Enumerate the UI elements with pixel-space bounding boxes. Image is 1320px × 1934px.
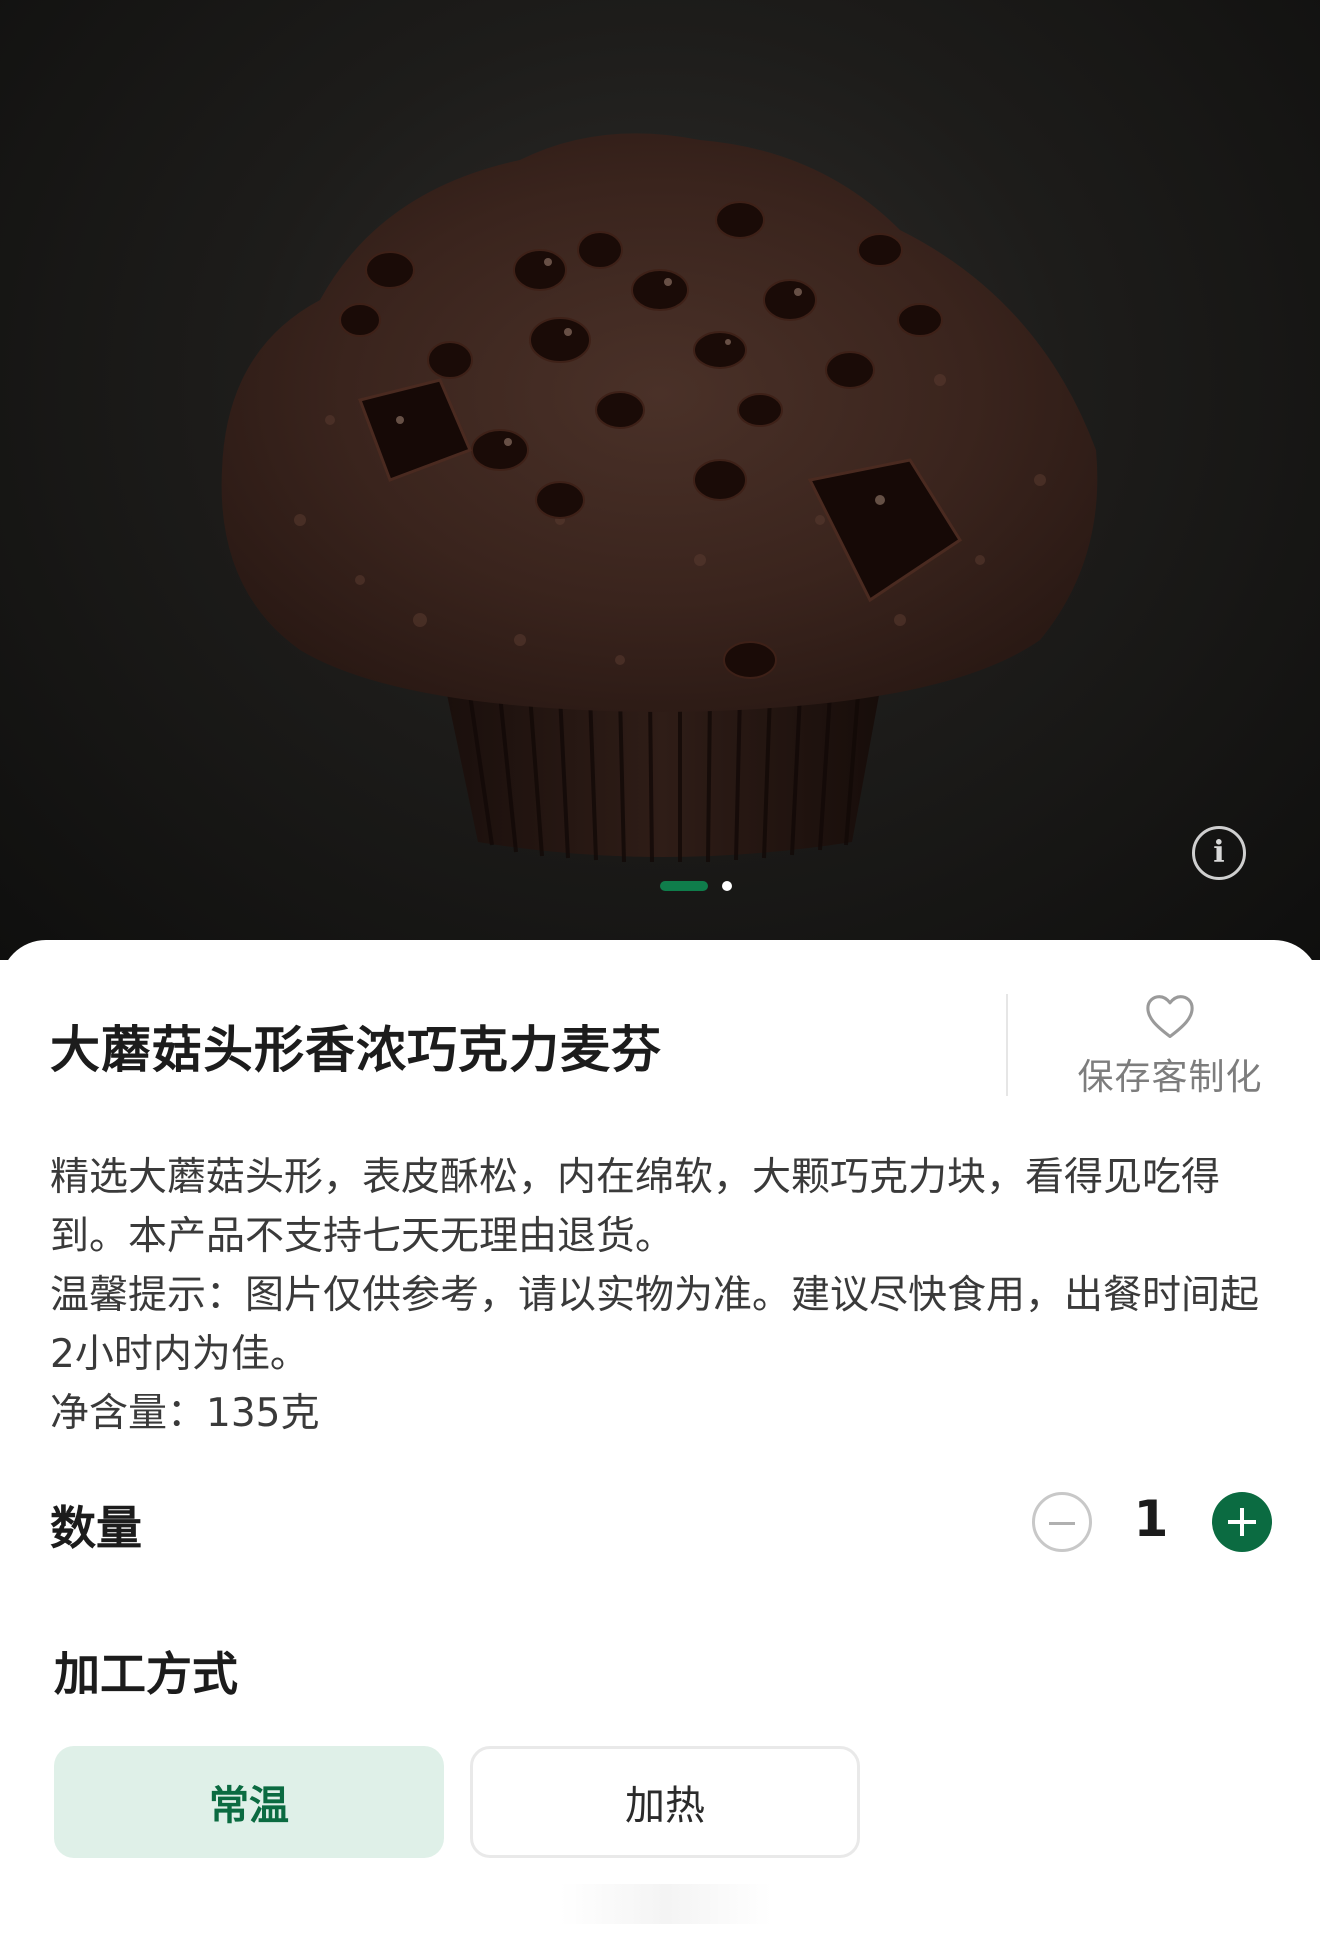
carousel-indicator [660,881,732,891]
product-image-carousel[interactable]: i [0,0,1320,960]
quantity-increase-button[interactable] [1212,1492,1272,1552]
muffin-image [221,133,1098,863]
description-net-weight: 净含量：135克 [50,1391,320,1436]
processing-option-heated[interactable]: 加热 [470,1746,860,1858]
quantity-value: 1 [1133,1490,1169,1548]
description-tip: 温馨提示：图片仅供参考，请以实物为准。建议尽快食用，出餐时间起2小时内为佳。 [50,1273,1260,1377]
description-paragraph: 精选大蘑菇头形，表皮酥松，内在绵软，大颗巧克力块，看得见吃得到。本产品不支持七天… [50,1155,1221,1259]
processing-method-label: 加工方式 [54,1647,238,1701]
product-description: 精选大蘑菇头形，表皮酥松，内在绵软，大颗巧克力块，看得见吃得到。本产品不支持七天… [50,1148,1280,1443]
carousel-dot-active [660,881,708,891]
info-button[interactable]: i [1192,826,1246,880]
product-title: 大蘑菇头形香浓巧克力麦芬 [50,1021,662,1079]
save-customization-button[interactable]: 保存客制化 [1060,988,1280,1100]
processing-option-room-temp[interactable]: 常温 [54,1746,444,1858]
heart-icon [1146,995,1194,1039]
carousel-dot[interactable] [722,881,732,891]
bottom-fade [560,1884,772,1924]
divider [1006,994,1008,1096]
info-icon: i [1213,835,1225,870]
quantity-decrease-button[interactable] [1032,1492,1092,1552]
product-detail-page: i 大蘑菇头形香浓巧克力麦芬 保存客制化 精选大蘑菇头形，表皮酥松，内在绵软，大… [0,0,1320,1934]
save-customization-label: 保存客制化 [1077,1057,1263,1098]
quantity-label: 数量 [50,1501,142,1555]
